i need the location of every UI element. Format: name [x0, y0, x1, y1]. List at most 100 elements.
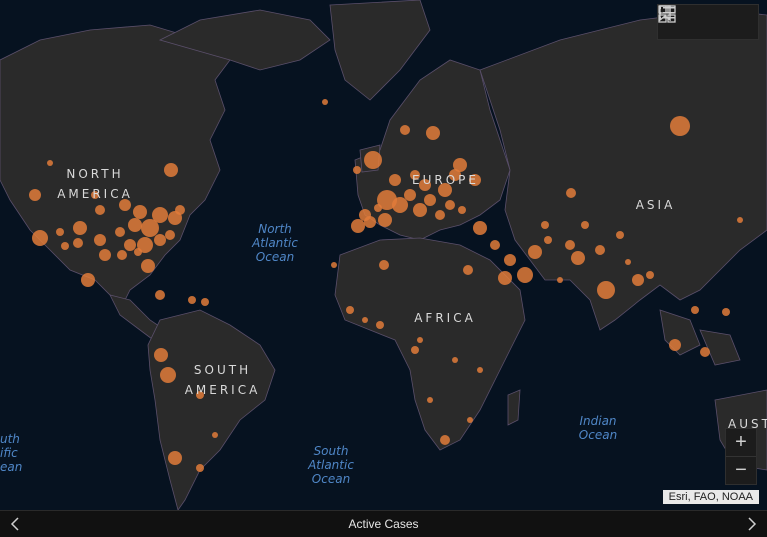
- case-marker[interactable]: [477, 367, 483, 373]
- case-marker[interactable]: [700, 347, 710, 357]
- panel-title: Active Cases: [348, 517, 419, 531]
- case-marker[interactable]: [646, 271, 654, 279]
- case-marker[interactable]: [61, 242, 69, 250]
- case-marker[interactable]: [463, 265, 473, 275]
- case-marker[interactable]: [411, 346, 419, 354]
- case-marker[interactable]: [595, 245, 605, 255]
- case-marker[interactable]: [155, 290, 165, 300]
- case-marker[interactable]: [504, 254, 516, 266]
- case-markers-layer[interactable]: [0, 0, 767, 510]
- case-marker[interactable]: [376, 321, 384, 329]
- case-marker[interactable]: [616, 231, 624, 239]
- case-marker[interactable]: [32, 230, 48, 246]
- case-marker[interactable]: [426, 126, 440, 140]
- case-marker[interactable]: [544, 236, 552, 244]
- continent-label-europe: EUROPE: [412, 173, 479, 187]
- zoom-out-button[interactable]: −: [726, 456, 756, 484]
- case-marker[interactable]: [81, 273, 95, 287]
- continent-label-africa: AFRICA: [414, 311, 476, 325]
- case-marker[interactable]: [322, 99, 328, 105]
- case-marker[interactable]: [467, 417, 473, 423]
- ocean-label-north-atlantic: North Atlantic Ocean: [252, 222, 298, 264]
- chevron-left-icon: [10, 517, 19, 531]
- case-marker[interactable]: [440, 435, 450, 445]
- case-marker[interactable]: [212, 432, 218, 438]
- case-marker[interactable]: [351, 219, 365, 233]
- case-marker[interactable]: [427, 397, 433, 403]
- panel-footer: Active Cases: [0, 510, 767, 537]
- case-marker[interactable]: [417, 337, 423, 343]
- case-marker[interactable]: [141, 219, 159, 237]
- case-marker[interactable]: [445, 200, 455, 210]
- case-marker[interactable]: [56, 228, 64, 236]
- map-view[interactable]: NORTH AMERICA SOUTH AMERICA EUROPE AFRICA …: [0, 0, 767, 510]
- case-marker[interactable]: [557, 277, 563, 283]
- zoom-in-button[interactable]: +: [726, 429, 756, 456]
- case-marker[interactable]: [99, 249, 111, 261]
- case-marker[interactable]: [154, 348, 168, 362]
- case-marker[interactable]: [378, 213, 392, 227]
- case-marker[interactable]: [379, 260, 389, 270]
- case-marker[interactable]: [473, 221, 487, 235]
- case-marker[interactable]: [134, 248, 142, 256]
- case-marker[interactable]: [154, 234, 166, 246]
- case-marker[interactable]: [141, 259, 155, 273]
- case-marker[interactable]: [364, 151, 382, 169]
- case-marker[interactable]: [581, 221, 589, 229]
- case-marker[interactable]: [400, 125, 410, 135]
- case-marker[interactable]: [566, 188, 576, 198]
- case-marker[interactable]: [47, 160, 53, 166]
- case-marker[interactable]: [362, 317, 368, 323]
- case-marker[interactable]: [175, 205, 185, 215]
- next-panel-button[interactable]: [737, 511, 767, 537]
- case-marker[interactable]: [669, 339, 681, 351]
- case-marker[interactable]: [73, 221, 87, 235]
- case-marker[interactable]: [498, 271, 512, 285]
- case-marker[interactable]: [353, 166, 361, 174]
- case-marker[interactable]: [517, 267, 533, 283]
- case-marker[interactable]: [165, 230, 175, 240]
- case-marker[interactable]: [128, 218, 142, 232]
- case-marker[interactable]: [670, 116, 690, 136]
- case-marker[interactable]: [94, 234, 106, 246]
- case-marker[interactable]: [458, 206, 466, 214]
- case-marker[interactable]: [632, 274, 644, 286]
- case-marker[interactable]: [164, 163, 178, 177]
- case-marker[interactable]: [359, 209, 371, 221]
- case-marker[interactable]: [160, 367, 176, 383]
- case-marker[interactable]: [331, 262, 337, 268]
- case-marker[interactable]: [571, 251, 585, 265]
- case-marker[interactable]: [374, 204, 382, 212]
- case-marker[interactable]: [413, 203, 427, 217]
- case-marker[interactable]: [124, 239, 136, 251]
- case-marker[interactable]: [528, 245, 542, 259]
- case-marker[interactable]: [188, 296, 196, 304]
- case-marker[interactable]: [196, 464, 204, 472]
- case-marker[interactable]: [722, 308, 730, 316]
- case-marker[interactable]: [452, 357, 458, 363]
- basemap-gallery-icon[interactable]: [658, 5, 752, 33]
- case-marker[interactable]: [95, 205, 105, 215]
- chevron-right-icon: [748, 517, 757, 531]
- case-marker[interactable]: [541, 221, 549, 229]
- case-marker[interactable]: [737, 217, 743, 223]
- case-marker[interactable]: [133, 205, 147, 219]
- case-marker[interactable]: [29, 189, 41, 201]
- case-marker[interactable]: [392, 197, 408, 213]
- case-marker[interactable]: [625, 259, 631, 265]
- case-marker[interactable]: [201, 298, 209, 306]
- case-marker[interactable]: [115, 227, 125, 237]
- case-marker[interactable]: [117, 250, 127, 260]
- case-marker[interactable]: [424, 194, 436, 206]
- legend-list-icon[interactable]: [659, 7, 719, 33]
- case-marker[interactable]: [404, 189, 416, 201]
- case-marker[interactable]: [168, 451, 182, 465]
- case-marker[interactable]: [691, 306, 699, 314]
- previous-panel-button[interactable]: [0, 511, 30, 537]
- case-marker[interactable]: [346, 306, 354, 314]
- case-marker[interactable]: [565, 240, 575, 250]
- case-marker[interactable]: [435, 210, 445, 220]
- case-marker[interactable]: [73, 238, 83, 248]
- case-marker[interactable]: [597, 281, 615, 299]
- case-marker[interactable]: [490, 240, 500, 250]
